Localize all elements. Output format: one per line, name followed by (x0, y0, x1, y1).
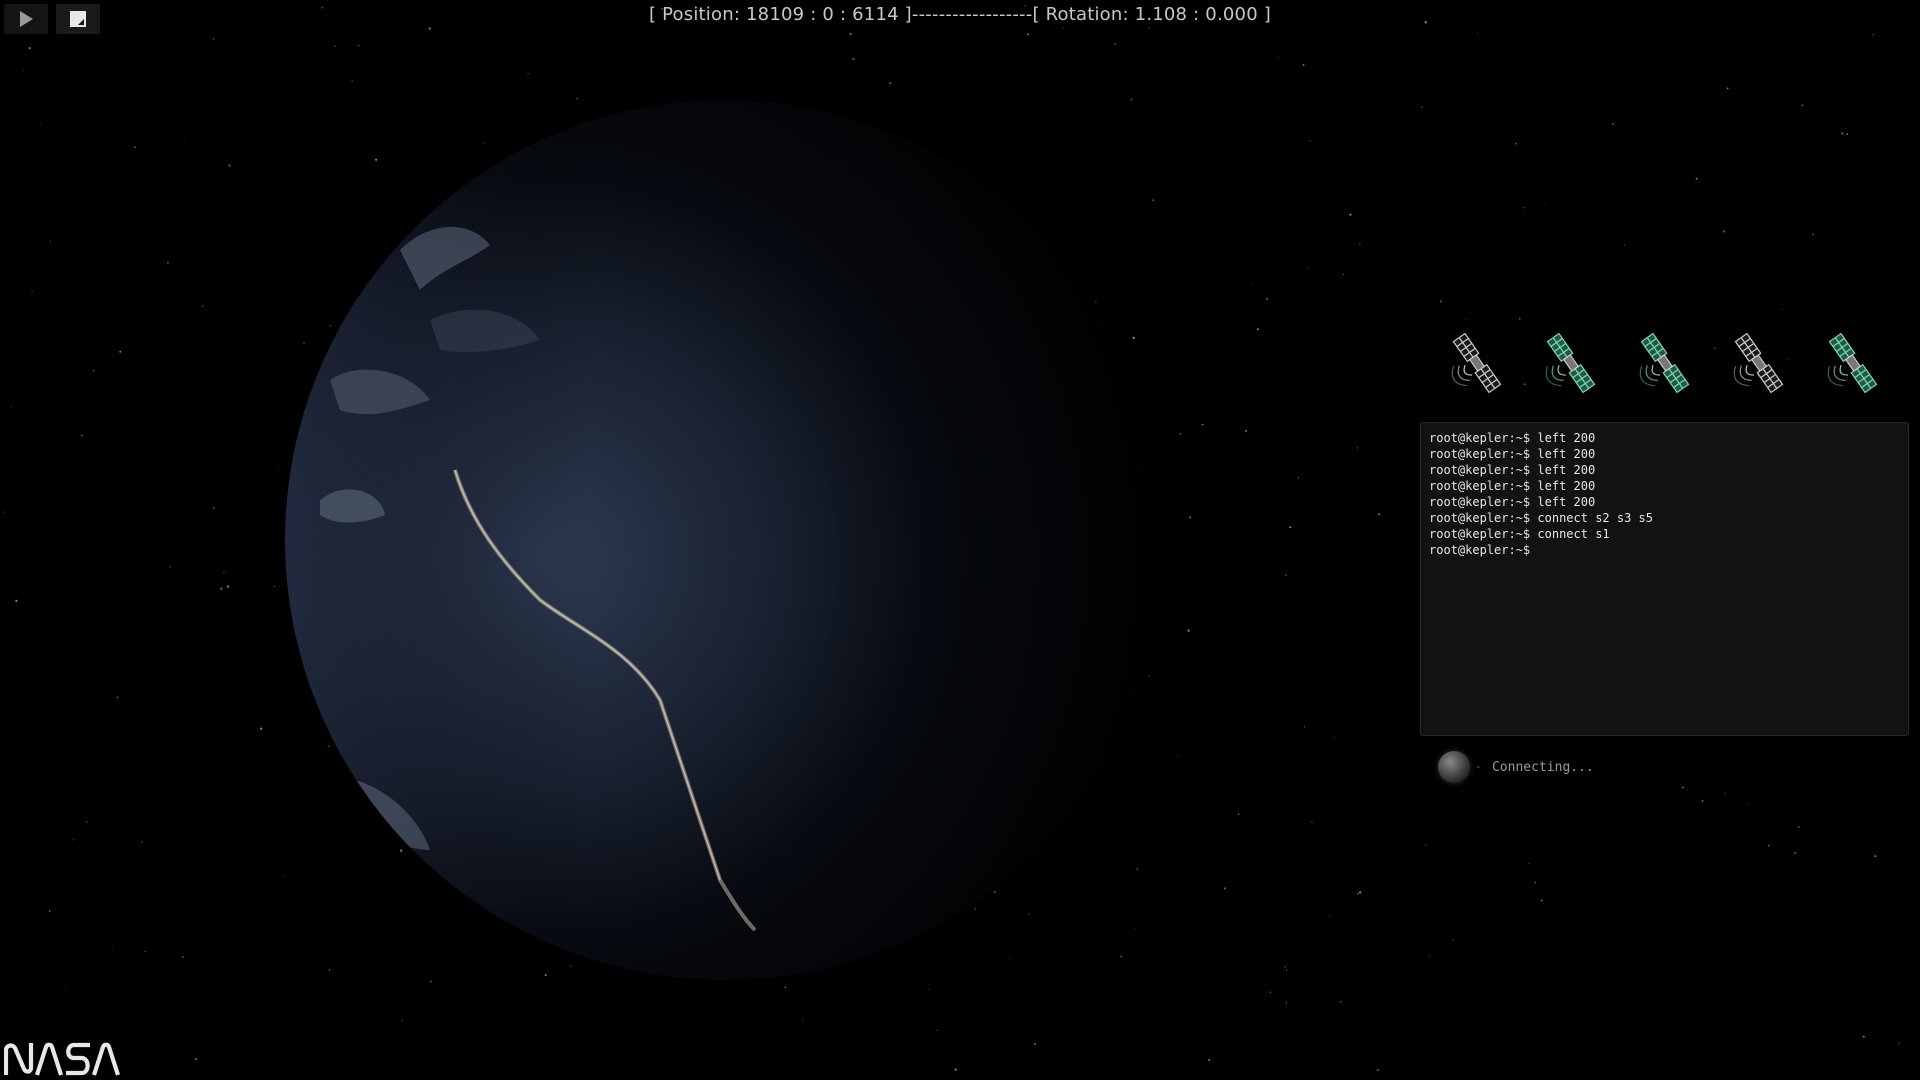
hud-readout: [ Position: 18109 : 0 : 6114 ]----------… (648, 4, 1271, 25)
satellite-icon (1639, 332, 1690, 394)
terminal-line: root@kepler:~$ left 200 (1429, 446, 1900, 462)
satellite-row (1440, 328, 1900, 398)
nasa-logo (4, 1042, 120, 1076)
satellite-icon (1733, 332, 1784, 394)
hud-separator: ------------------ (911, 4, 1033, 25)
terminal-line: root@kepler:~$ left 200 (1429, 494, 1900, 510)
satellite-s3-icon[interactable] (1630, 328, 1700, 398)
terminal-line: root@kepler:~$ left 200 (1429, 478, 1900, 494)
satellite-s4-icon[interactable] (1724, 328, 1794, 398)
terminal-prompt: root@kepler:~$ (1429, 511, 1531, 525)
satellite-s5-icon[interactable] (1818, 328, 1888, 398)
satellite-icon (1827, 332, 1878, 394)
terminal-prompt: root@kepler:~$ (1429, 527, 1531, 541)
rotation-value: 1.108 : 0.000 (1134, 4, 1258, 25)
position-value: 18109 : 0 : 6114 (746, 4, 899, 25)
terminal-prompt: root@kepler:~$ (1429, 447, 1531, 461)
rotation-label: Rotation: (1045, 4, 1129, 25)
terminal-line: root@kepler:~$ connect s2 s3 s5 (1429, 510, 1900, 526)
terminal-console[interactable]: root@kepler:~$ left 200 root@kepler:~$ le… (1420, 422, 1909, 736)
terminal-command: left 200 (1537, 479, 1596, 493)
terminal-line: root@kepler:~$ left 200 (1429, 430, 1900, 446)
terminal-command: connect s1 (1537, 527, 1610, 541)
terminal-command: left 200 (1537, 463, 1596, 477)
terminal-prompt: root@kepler:~$ (1429, 543, 1531, 557)
status-orb-icon (1438, 751, 1470, 783)
terminal-prompt: root@kepler:~$ (1429, 495, 1531, 509)
terminal-line: root@kepler:~$ connect s1 (1429, 526, 1900, 542)
terminal-prompt: root@kepler:~$ (1429, 431, 1531, 445)
connection-status: Connecting... (1438, 750, 1594, 784)
terminal-line: root@kepler:~$ left 200 (1429, 462, 1900, 478)
satellite-icon (1451, 332, 1502, 394)
satellite-icon (1545, 332, 1596, 394)
terminal-prompt: root@kepler:~$ (1429, 479, 1531, 493)
terminal-prompt: root@kepler:~$ (1429, 463, 1531, 477)
status-text: Connecting... (1492, 759, 1594, 775)
terminal-command: left 200 (1537, 447, 1596, 461)
terminal-command: left 200 (1537, 431, 1596, 445)
position-label: Position: (662, 4, 741, 25)
satellite-s1-icon[interactable] (1442, 328, 1512, 398)
satellite-s2-icon[interactable] (1536, 328, 1606, 398)
terminal-line: root@kepler:~$ (1429, 542, 1900, 558)
terminal-command: left 200 (1537, 495, 1596, 509)
terminal-command: connect s2 s3 s5 (1537, 511, 1653, 525)
